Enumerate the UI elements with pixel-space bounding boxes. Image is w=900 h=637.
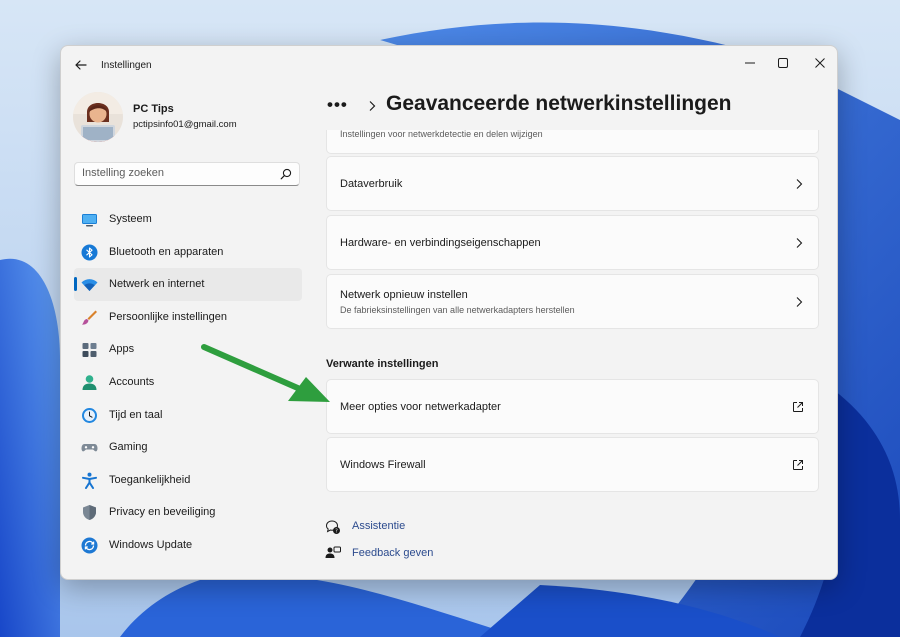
sidebar-item-label: Accounts: [109, 375, 155, 388]
sidebar-item-label: Bluetooth en apparaten: [109, 245, 224, 258]
sidebar-item-toegankelijkheid[interactable]: Toegankelijkheid: [74, 464, 302, 497]
sidebar-item-label: Apps: [109, 343, 135, 356]
maximize-button[interactable]: [768, 50, 798, 76]
help-label: Assistentie: [352, 520, 406, 532]
hardware-properties-card[interactable]: Hardware- en verbindingseigenschappen: [326, 215, 819, 270]
sidebar-item-label: Systeem: [109, 213, 152, 225]
sidebar-item-label: Windows Update: [109, 538, 193, 551]
svg-text:?: ?: [335, 528, 338, 534]
sidebar-item-label: Privacy en beveiliging: [109, 506, 216, 519]
accessibility-icon: [82, 472, 97, 489]
external-link-icon: [793, 402, 803, 412]
card-subtitle: De fabrieksinstellingen van alle netwerk…: [340, 305, 575, 315]
card-title: Hardware- en verbindingseigenschappen: [340, 237, 541, 249]
search-icon[interactable]: [280, 168, 292, 180]
close-icon: [815, 58, 825, 68]
gamepad-icon: [81, 444, 98, 452]
sidebar-item-apps[interactable]: Apps: [74, 333, 302, 366]
sidebar-item-accounts[interactable]: Accounts: [74, 366, 302, 399]
minimize-button[interactable]: [735, 50, 765, 76]
apps-icon: [82, 343, 97, 358]
windows-firewall-card[interactable]: Windows Firewall: [326, 437, 819, 492]
card-title: Meer opties voor netwerkadapter: [340, 401, 501, 413]
settings-search[interactable]: [74, 162, 300, 186]
feedback-label: Feedback geven: [352, 547, 434, 559]
chevron-right-icon: [796, 238, 803, 248]
close-button[interactable]: [805, 50, 835, 76]
profile-email: pctipsinfo01@gmail.com: [133, 119, 237, 130]
page-title: Geavanceerde netwerkinstellingen: [386, 92, 732, 115]
back-button[interactable]: [71, 55, 91, 75]
profile-name: PC Tips: [133, 103, 174, 115]
sidebar-item-systeem[interactable]: Systeem: [74, 203, 302, 236]
card-title: Dataverbruik: [340, 178, 403, 190]
sidebar-item-label: Netwerk en internet: [109, 278, 205, 291]
external-link-icon: [793, 460, 803, 470]
sidebar-item-label: Gaming: [109, 441, 148, 454]
sidebar-item-label: Persoonlijke instellingen: [109, 310, 228, 323]
adapter-options-card[interactable]: Meer opties voor netwerkadapter: [326, 379, 819, 434]
sidebar-item-bluetooth[interactable]: Bluetooth en apparaten: [74, 236, 302, 269]
app-title: Instellingen: [101, 60, 152, 71]
title-bar: Instellingen: [61, 46, 837, 84]
network-reset-card[interactable]: Netwerk opnieuw instellen De fabrieksins…: [326, 274, 819, 329]
help-chat-icon: ?: [325, 520, 340, 534]
breadcrumb-more-button[interactable]: •••: [327, 95, 348, 115]
minimize-icon: [745, 62, 755, 64]
system-icon: [82, 214, 97, 227]
sidebar-item-label: Tijd en taal: [109, 408, 163, 421]
sidebar-item-persoonlijk[interactable]: Persoonlijke instellingen: [74, 301, 302, 334]
bluetooth-icon: [81, 244, 98, 261]
accounts-icon: [82, 375, 97, 390]
shield-icon: [83, 505, 96, 521]
sidebar-item-gaming[interactable]: Gaming: [74, 431, 302, 464]
wifi-icon: [81, 279, 98, 292]
sharing-settings-card[interactable]: Instellingen voor netwerkdetectie en del…: [326, 129, 819, 154]
card-title: Windows Firewall: [340, 459, 426, 471]
chevron-right-icon: [796, 297, 803, 307]
related-settings-heading: Verwante instellingen: [326, 358, 439, 370]
sidebar-item-privacy[interactable]: Privacy en beveiliging: [74, 496, 302, 529]
feedback-icon: [325, 546, 341, 558]
data-usage-card[interactable]: Dataverbruik: [326, 156, 819, 211]
avatar: [73, 92, 123, 142]
chevron-right-icon: [796, 179, 803, 189]
clock-globe-icon: [82, 407, 97, 423]
sidebar-item-tijd[interactable]: Tijd en taal: [74, 399, 302, 432]
user-profile[interactable]: PC Tips pctipsinfo01@gmail.com: [73, 92, 303, 144]
sidebar-item-windows-update[interactable]: Windows Update: [74, 529, 302, 562]
update-icon: [81, 537, 98, 554]
sidebar-item-netwerk[interactable]: Netwerk en internet: [74, 268, 302, 301]
arrow-left-icon: [75, 60, 87, 70]
chevron-right-icon: [369, 101, 376, 111]
card-title: Netwerk opnieuw instellen: [340, 289, 468, 301]
brush-icon: [82, 310, 97, 325]
sidebar-nav: Systeem Bluetooth en apparaten Netwerk e…: [74, 203, 302, 562]
settings-window: Instellingen PC Tips pctipsinfo01@gmail.…: [60, 45, 838, 580]
sidebar-item-label: Toegankelijkheid: [109, 473, 191, 486]
card-subtitle: Instellingen voor netwerkdetectie en del…: [340, 129, 543, 139]
maximize-icon: [778, 58, 788, 68]
search-input[interactable]: [82, 167, 272, 179]
